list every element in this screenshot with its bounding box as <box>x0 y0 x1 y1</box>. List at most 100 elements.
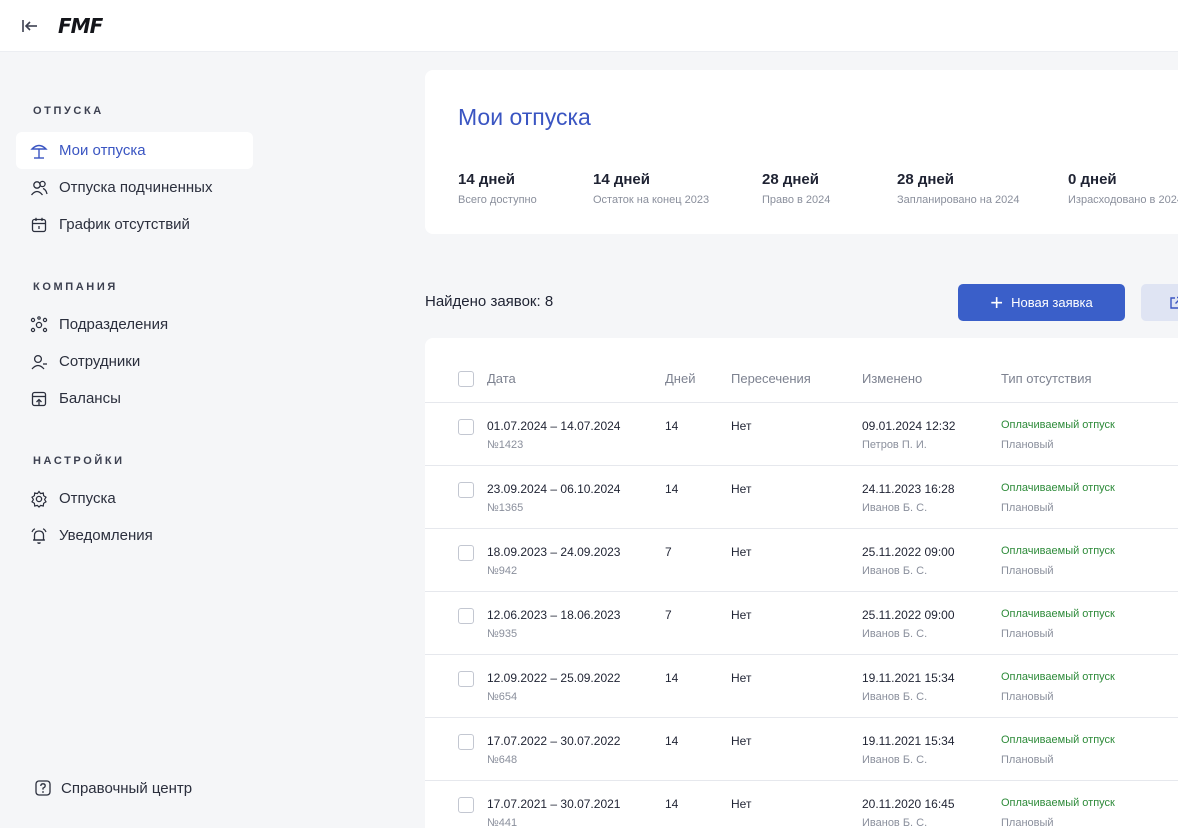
stat-value: 28 дней <box>762 171 819 188</box>
sidebar: ОТПУСКА Мои отпуска Отпуска подчиненных … <box>0 53 270 828</box>
select-all-checkbox[interactable] <box>458 371 474 387</box>
found-count: Найдено заявок: 8 <box>425 293 554 310</box>
row-number: №1365 <box>487 502 524 514</box>
row-dates: 18.09.2023 – 24.09.2023 <box>487 545 621 559</box>
section-title-company: КОМПАНИЯ <box>33 281 118 293</box>
row-dates: 12.06.2023 – 18.06.2023 <box>487 608 621 622</box>
stat-value: 14 дней <box>458 171 515 188</box>
row-checkbox[interactable] <box>458 419 474 435</box>
row-dates: 12.09.2022 – 25.09.2022 <box>487 671 621 685</box>
sidebar-item-label: Отпуска <box>59 490 116 507</box>
row-kind: Плановый <box>1001 502 1054 514</box>
org-structure-icon <box>30 315 48 334</box>
plus-icon: + <box>990 289 1004 315</box>
stat-label: Израсходовано в 2024 <box>1068 194 1178 206</box>
sidebar-item-my-vacations[interactable]: Мои отпуска <box>16 132 253 169</box>
new-request-button[interactable]: + Новая заявка <box>958 284 1125 321</box>
section-title-settings: НАСТРОЙКИ <box>33 455 125 467</box>
row-number: №654 <box>487 691 518 703</box>
row-dates: 01.07.2024 – 14.07.2024 <box>487 419 621 433</box>
requests-table: Дата Дней Пересечения Изменено Тип отсут… <box>425 338 1178 828</box>
row-type: Оплачиваемый отпуск <box>1001 608 1115 620</box>
row-author: Иванов Б. С. <box>862 565 928 577</box>
row-checkbox[interactable] <box>458 545 474 561</box>
sidebar-item-balances[interactable]: Балансы <box>16 380 253 417</box>
row-days: 14 <box>665 482 679 496</box>
row-kind: Плановый <box>1001 565 1054 577</box>
row-checkbox[interactable] <box>458 797 474 813</box>
table-row[interactable]: 17.07.2021 – 30.07.2021 №441 14 Нет 20.1… <box>425 780 1178 828</box>
row-changed: 25.11.2022 09:00 <box>862 545 955 559</box>
row-changed: 20.11.2020 16:45 <box>862 797 955 811</box>
page-title: Мои отпуска <box>458 104 591 130</box>
sidebar-item-label: Мои отпуска <box>59 142 146 159</box>
row-days: 7 <box>665 545 672 559</box>
stat-label: Всего доступно <box>458 194 537 206</box>
row-author: Иванов Б. С. <box>862 817 928 828</box>
table-row[interactable]: 18.09.2023 – 24.09.2023 №942 7 Нет 25.11… <box>425 528 1178 591</box>
row-type: Оплачиваемый отпуск <box>1001 419 1115 431</box>
row-author: Иванов Б. С. <box>862 628 928 640</box>
sidebar-item-departments[interactable]: Подразделения <box>16 306 253 343</box>
row-type: Оплачиваемый отпуск <box>1001 797 1115 809</box>
table-row[interactable]: 17.07.2022 – 30.07.2022 №648 14 Нет 19.1… <box>425 717 1178 780</box>
sidebar-item-label: Подразделения <box>59 316 169 333</box>
logo[interactable]: FMF <box>58 14 103 38</box>
row-author: Иванов Б. С. <box>862 502 928 514</box>
stat-label: Остаток на конец 2023 <box>593 194 710 206</box>
row-checkbox[interactable] <box>458 608 474 624</box>
column-header-date[interactable]: Дата <box>487 371 516 386</box>
column-header-absence-type[interactable]: Тип отсутствия <box>1001 371 1092 386</box>
column-header-changed[interactable]: Изменено <box>862 371 922 386</box>
table-row[interactable]: 12.09.2022 – 25.09.2022 №654 14 Нет 19.1… <box>425 654 1178 717</box>
vacation-summary-card: Мои отпуска 14 дней Всего доступно 14 дн… <box>425 70 1178 234</box>
stat-spent: 0 дней Израсходовано в 2024 <box>1068 171 1178 206</box>
users-icon <box>30 179 48 197</box>
row-dates: 23.09.2024 – 06.10.2024 <box>487 482 621 496</box>
row-type: Оплачиваемый отпуск <box>1001 734 1115 746</box>
new-request-label: Новая заявка <box>1011 295 1093 310</box>
row-changed: 19.11.2021 15:34 <box>862 671 955 685</box>
row-checkbox[interactable] <box>458 482 474 498</box>
sidebar-item-absence-schedule[interactable]: График отсутствий <box>16 206 253 243</box>
row-author: Петров П. И. <box>862 439 927 451</box>
collapse-sidebar-icon[interactable] <box>20 16 40 36</box>
row-kind: Плановый <box>1001 691 1054 703</box>
row-intersections: Нет <box>731 545 752 559</box>
row-days: 7 <box>665 608 672 622</box>
row-author: Иванов Б. С. <box>862 691 928 703</box>
stat-value: 14 дней <box>593 171 650 188</box>
row-days: 14 <box>665 734 679 748</box>
row-kind: Плановый <box>1001 754 1054 766</box>
sidebar-item-label: Уведомления <box>59 527 153 544</box>
row-type: Оплачиваемый отпуск <box>1001 671 1115 683</box>
beach-umbrella-icon <box>30 142 48 160</box>
section-title-vacations: ОТПУСКА <box>33 105 104 117</box>
stat-value: 28 дней <box>897 171 954 188</box>
row-intersections: Нет <box>731 608 752 622</box>
column-header-intersections[interactable]: Пересечения <box>731 371 811 386</box>
export-button[interactable] <box>1141 284 1178 321</box>
row-dates: 17.07.2022 – 30.07.2022 <box>487 734 621 748</box>
table-row[interactable]: 23.09.2024 – 06.10.2024 №1365 14 Нет 24.… <box>425 465 1178 528</box>
help-center-link[interactable]: Справочный центр <box>34 779 192 797</box>
stat-value: 0 дней <box>1068 171 1117 188</box>
table-row[interactable]: 01.07.2024 – 14.07.2024 №1423 14 Нет 09.… <box>425 402 1178 465</box>
row-intersections: Нет <box>731 671 752 685</box>
table-row[interactable]: 12.06.2023 – 18.06.2023 №935 7 Нет 25.11… <box>425 591 1178 654</box>
row-checkbox[interactable] <box>458 671 474 687</box>
sidebar-item-notifications[interactable]: Уведомления <box>16 517 253 554</box>
column-header-days[interactable]: Дней <box>665 371 695 386</box>
sidebar-item-label: Отпуска подчиненных <box>59 179 213 196</box>
row-intersections: Нет <box>731 482 752 496</box>
row-dates: 17.07.2021 – 30.07.2021 <box>487 797 621 811</box>
row-number: №935 <box>487 628 518 640</box>
stat-total-available: 14 дней Всего доступно <box>458 171 537 206</box>
gear-icon <box>30 490 48 508</box>
row-checkbox[interactable] <box>458 734 474 750</box>
stat-label: Право в 2024 <box>762 194 831 206</box>
sidebar-item-employees[interactable]: Сотрудники <box>16 343 253 380</box>
sidebar-item-vacation-settings[interactable]: Отпуска <box>16 480 253 517</box>
row-changed: 24.11.2023 16:28 <box>862 482 955 496</box>
sidebar-item-subordinates-vacations[interactable]: Отпуска подчиненных <box>16 169 253 206</box>
